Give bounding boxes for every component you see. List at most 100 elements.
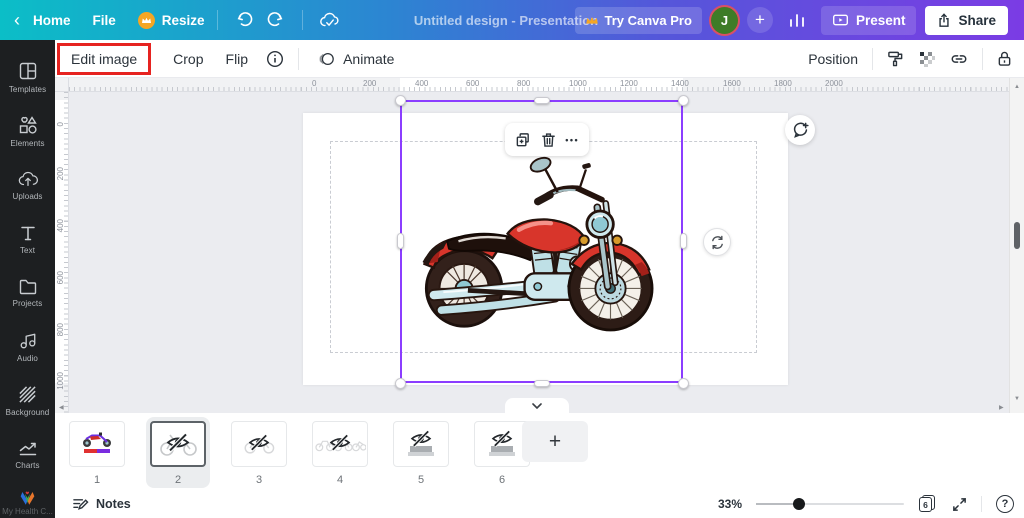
duplicate-button[interactable] xyxy=(515,132,531,148)
resize-handle-right[interactable] xyxy=(680,233,687,249)
topbar-left-group: ‹ Home File Resize xyxy=(0,9,345,31)
transparency-button[interactable] xyxy=(919,51,935,67)
copy-style-button[interactable] xyxy=(887,50,904,67)
resize-handle-bottom[interactable] xyxy=(534,380,550,387)
sidebar-item-text[interactable]: Text xyxy=(0,212,55,266)
cloud-save-status-icon xyxy=(319,9,341,31)
ruler-label: 400 xyxy=(56,219,65,232)
rotate-handle[interactable] xyxy=(703,228,731,256)
info-button[interactable] xyxy=(266,50,284,68)
try-pro-label: Try Canva Pro xyxy=(605,13,692,28)
zoom-slider-knob[interactable] xyxy=(793,498,805,510)
file-label: File xyxy=(93,13,116,28)
file-menu-button[interactable]: File xyxy=(93,13,116,28)
grid-view-button[interactable]: 6 xyxy=(918,495,938,513)
zoom-slider[interactable] xyxy=(756,498,904,510)
insights-button[interactable] xyxy=(786,9,808,31)
sidebar-item-elements[interactable]: Elements xyxy=(0,104,55,158)
resize-handle-top-right[interactable] xyxy=(678,95,689,106)
flip-button[interactable]: Flip xyxy=(226,51,249,67)
undo-button[interactable] xyxy=(234,9,256,31)
plus-icon: + xyxy=(549,430,561,454)
sidebar-item-templates[interactable]: Templates xyxy=(0,50,55,104)
scroll-up-arrow[interactable]: ▲ xyxy=(1014,84,1020,90)
ruler-corner xyxy=(55,78,69,92)
animate-icon xyxy=(317,51,335,67)
position-button[interactable]: Position xyxy=(808,51,858,67)
delete-button[interactable] xyxy=(541,132,556,148)
resize-handle-top-left[interactable] xyxy=(395,95,406,106)
uploads-icon xyxy=(18,170,38,188)
ruler-label: 200 xyxy=(56,167,65,180)
page-thumbnail-3[interactable]: 3 xyxy=(227,417,291,488)
lock-button[interactable] xyxy=(997,50,1012,67)
link-button[interactable] xyxy=(950,52,968,66)
resize-handle-left[interactable] xyxy=(397,233,404,249)
turn-signal xyxy=(579,236,588,245)
ruler-label: 200 xyxy=(363,79,376,88)
zoom-level-value: 33% xyxy=(718,497,742,511)
resize-button[interactable]: Resize xyxy=(138,12,205,29)
resize-label: Resize xyxy=(162,13,205,28)
hidden-eye-icon xyxy=(409,430,433,448)
context-toolbar: Edit image Crop Flip Animate Position xyxy=(55,40,1024,78)
ruler-label: 2000 xyxy=(825,79,843,88)
collapse-filmstrip-button[interactable] xyxy=(505,398,569,414)
try-canva-pro-button[interactable]: Try Canva Pro xyxy=(575,7,702,34)
sidebar-item-audio[interactable]: Audio xyxy=(0,320,55,374)
headlight xyxy=(587,211,613,237)
sidebar-item-projects[interactable]: Projects xyxy=(0,266,55,320)
topbar-right-group: Try Canva Pro J + Present Share xyxy=(575,0,1009,40)
account-avatar[interactable]: J xyxy=(711,7,738,34)
notes-button[interactable]: Notes xyxy=(72,497,131,512)
resize-handle-bottom-right[interactable] xyxy=(678,378,689,389)
edit-image-button[interactable]: Edit image xyxy=(57,43,151,75)
present-button[interactable]: Present xyxy=(821,6,917,35)
animate-button[interactable]: Animate xyxy=(317,51,394,67)
page-number: 5 xyxy=(418,474,424,486)
help-button[interactable]: ? xyxy=(996,495,1014,513)
vertical-scrollbar[interactable]: ▲ ▼ xyxy=(1009,78,1024,413)
share-label: Share xyxy=(958,13,996,28)
sidebar-item-label: Audio xyxy=(17,354,38,363)
ruler-label: 1200 xyxy=(620,79,638,88)
page-number: 4 xyxy=(337,474,343,486)
add-member-button[interactable]: + xyxy=(747,7,773,33)
more-options-button[interactable]: ••• xyxy=(565,135,579,145)
sidebar-item-uploads[interactable]: Uploads xyxy=(0,158,55,212)
scroll-left-arrow[interactable]: ◀ xyxy=(59,405,64,411)
fullscreen-icon xyxy=(952,497,967,512)
comment-button[interactable] xyxy=(785,115,815,145)
page-thumbnail-4[interactable]: 4 xyxy=(308,417,372,488)
page-number: 6 xyxy=(499,474,505,486)
charts-icon xyxy=(18,440,38,457)
add-page-button[interactable]: + xyxy=(522,421,588,462)
scroll-right-arrow[interactable]: ▶ xyxy=(999,405,1004,411)
topbar-divider xyxy=(217,10,218,30)
plus-icon: + xyxy=(755,10,765,30)
comment-icon xyxy=(792,122,809,138)
sidebar-item-label: Projects xyxy=(13,299,43,308)
redo-button[interactable] xyxy=(264,9,286,31)
sidebar-footer-app[interactable]: My Health C... xyxy=(0,490,55,516)
home-button[interactable]: ‹ Home xyxy=(14,11,71,29)
fullscreen-button[interactable] xyxy=(952,497,967,512)
vertical-scrollbar-thumb[interactable] xyxy=(1014,222,1020,249)
present-label: Present xyxy=(856,13,906,28)
share-button[interactable]: Share xyxy=(925,6,1008,35)
sidebar-item-label: Uploads xyxy=(12,192,42,201)
sidebar-item-charts[interactable]: Charts xyxy=(0,428,55,482)
page-thumbnail-5[interactable]: 5 xyxy=(389,417,453,488)
templates-icon xyxy=(18,61,38,81)
sidebar-item-background[interactable]: Background xyxy=(0,374,55,428)
scroll-down-arrow[interactable]: ▼ xyxy=(1014,396,1020,402)
page-thumbnail-1[interactable]: 1 xyxy=(65,417,129,488)
horizontal-ruler: 0 200 400 600 800 1000 1200 1400 1600 18… xyxy=(69,78,1009,92)
motorcycle-image[interactable] xyxy=(415,150,670,340)
resize-handle-bottom-left[interactable] xyxy=(395,378,406,389)
canva-editor-window: ‹ Home File Resize xyxy=(0,0,1024,518)
hidden-eye-icon xyxy=(165,432,191,452)
resize-handle-top[interactable] xyxy=(534,97,550,104)
crop-button[interactable]: Crop xyxy=(173,51,203,67)
page-thumbnail-2-selected[interactable]: 2 xyxy=(146,417,210,488)
